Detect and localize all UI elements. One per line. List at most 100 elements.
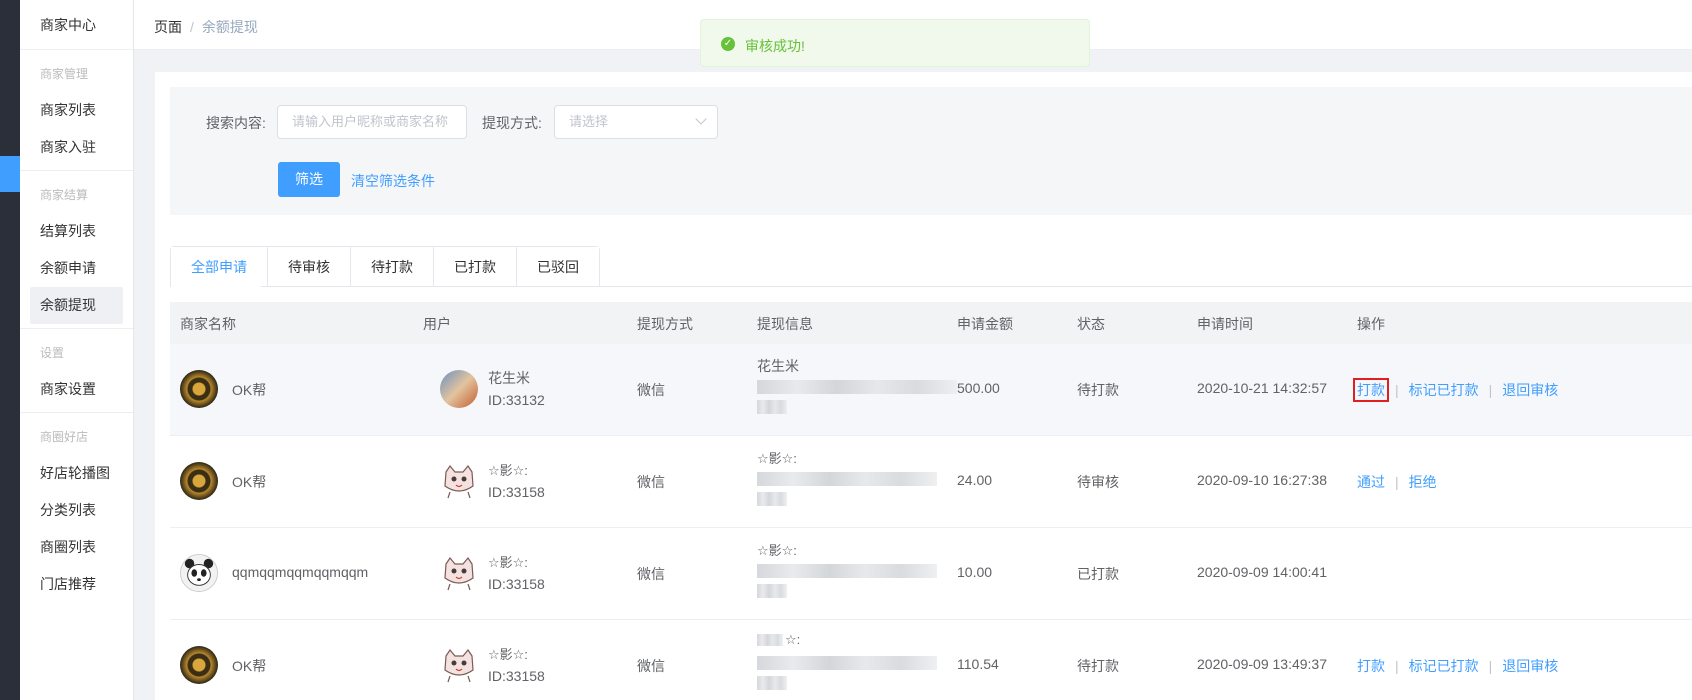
breadcrumb-root[interactable]: 页面 bbox=[154, 19, 182, 35]
sidebar-item-balance-apply[interactable]: 余额申请 bbox=[20, 250, 133, 287]
blurred-info bbox=[757, 584, 787, 598]
sidebar-item-balance-withdraw[interactable]: 余额提现 bbox=[30, 287, 123, 324]
status: 待打款 bbox=[1077, 658, 1119, 674]
return-review-button[interactable]: 退回审核 bbox=[1502, 658, 1558, 674]
sidebar-item-category-list[interactable]: 分类列表 bbox=[20, 492, 133, 529]
pay-button[interactable]: 打款 bbox=[1353, 378, 1389, 402]
user-name: 花生米 bbox=[488, 370, 530, 386]
tab-paid[interactable]: 已打款 bbox=[433, 247, 516, 287]
status-tabs: 全部申请 待审核 待打款 已打款 已驳回 bbox=[170, 246, 600, 287]
user-name: ☆影☆: bbox=[488, 555, 528, 570]
method-select-placeholder: 请选择 bbox=[569, 114, 609, 129]
tab-pending-payment[interactable]: 待打款 bbox=[350, 247, 433, 287]
table-row: OK帮 ☆影☆: ID:33158 微信 ☆: 110.54 待打款 2020-… bbox=[170, 620, 1692, 700]
merchant-name: OK帮 bbox=[232, 382, 267, 398]
sidebar-group-merchant: 商家管理 bbox=[40, 67, 89, 81]
apply-time: 2020-10-21 14:32:57 bbox=[1197, 380, 1327, 396]
sidebar-item-merchant-join[interactable]: 商家入驻 bbox=[20, 129, 133, 166]
search-input[interactable]: 请输入用户昵称或商家名称 bbox=[277, 105, 467, 139]
table-row: OK帮 花生米 ID:33132 微信 花生米 500.00 待打款 2020-… bbox=[170, 344, 1692, 436]
apply-time: 2020-09-10 16:27:38 bbox=[1197, 472, 1327, 488]
col-info: 提现信息 bbox=[757, 316, 813, 332]
filter-bar: 搜索内容: 请输入用户昵称或商家名称 提现方式: 请选择 筛选 清空筛选条件 bbox=[170, 87, 1692, 215]
active-tab-cover bbox=[171, 285, 261, 288]
col-user: 用户 bbox=[423, 316, 451, 332]
sidebar-item-store-recommend[interactable]: 门店推荐 bbox=[20, 566, 133, 603]
user-name: ☆影☆: bbox=[488, 647, 528, 662]
merchant-name: qqmqqmqqmqqmqqm bbox=[232, 564, 369, 580]
user-name: ☆影☆: bbox=[488, 463, 528, 478]
merchant-name: OK帮 bbox=[232, 474, 267, 490]
merchant-avatar bbox=[180, 370, 218, 408]
status: 待审核 bbox=[1077, 474, 1119, 490]
sidebar-item-banner[interactable]: 好店轮播图 bbox=[20, 455, 133, 492]
amount: 110.54 bbox=[957, 656, 999, 672]
blurred-info bbox=[757, 380, 957, 394]
tabs-divider bbox=[170, 286, 1692, 287]
blurred-info bbox=[757, 634, 783, 646]
withdraw-method: 微信 bbox=[637, 474, 665, 490]
amount: 10.00 bbox=[957, 564, 993, 580]
col-status: 状态 bbox=[1077, 316, 1105, 332]
withdraw-info: ☆影☆: bbox=[757, 451, 797, 466]
sidebar-item-settlement-list[interactable]: 结算列表 bbox=[20, 213, 133, 250]
withdraw-method: 微信 bbox=[637, 658, 665, 674]
action-divider: | bbox=[1488, 658, 1493, 674]
col-actions: 操作 bbox=[1357, 316, 1385, 332]
blurred-info bbox=[757, 400, 787, 414]
merchant-avatar bbox=[180, 462, 218, 500]
cat-avatar-icon bbox=[444, 464, 474, 499]
blurred-info bbox=[757, 656, 937, 670]
return-review-button[interactable]: 退回审核 bbox=[1502, 382, 1558, 398]
status: 待打款 bbox=[1077, 382, 1119, 398]
sidebar-item-merchant-list[interactable]: 商家列表 bbox=[20, 92, 133, 129]
action-divider: | bbox=[1395, 474, 1399, 490]
cat-avatar-icon bbox=[444, 648, 474, 683]
breadcrumb-separator: / bbox=[190, 19, 194, 35]
user-id: ID:33158 bbox=[488, 668, 545, 684]
user-id: ID:33158 bbox=[488, 576, 545, 592]
sidebar-item-merchant-settings[interactable]: 商家设置 bbox=[20, 371, 133, 408]
row-actions: 打款 | 标记已打款 | 退回审核 bbox=[1353, 378, 1558, 402]
filter-button[interactable]: 筛选 bbox=[278, 162, 340, 197]
tab-pending-review[interactable]: 待审核 bbox=[267, 247, 350, 287]
sidebar-header: 商家中心 bbox=[20, 0, 133, 50]
breadcrumb: 页面 / 余额提现 bbox=[154, 17, 258, 37]
mark-paid-button[interactable]: 标记已打款 bbox=[1409, 382, 1479, 398]
amount: 500.00 bbox=[957, 380, 1000, 396]
main-panel: 搜索内容: 请输入用户昵称或商家名称 提现方式: 请选择 筛选 清空筛选条件 全… bbox=[155, 72, 1692, 700]
sidebar-item-district-list[interactable]: 商圈列表 bbox=[20, 529, 133, 566]
sidebar: 商家中心 商家管理 商家列表 商家入驻 商家结算 结算列表 余额申请 余额提现 … bbox=[20, 0, 134, 700]
merchant-avatar bbox=[180, 646, 218, 684]
withdraw-method: 微信 bbox=[637, 382, 665, 398]
user-id: ID:33158 bbox=[488, 484, 545, 500]
approve-button[interactable]: 通过 bbox=[1357, 474, 1385, 490]
action-divider: | bbox=[1395, 658, 1399, 674]
cat-avatar-icon bbox=[444, 556, 474, 591]
row-actions: 通过 | 拒绝 bbox=[1357, 472, 1437, 492]
left-rail bbox=[0, 0, 20, 700]
clear-filter-link[interactable]: 清空筛选条件 bbox=[351, 171, 435, 191]
tab-all[interactable]: 全部申请 bbox=[171, 247, 267, 287]
action-divider: | bbox=[1488, 382, 1493, 398]
col-amount: 申请金额 bbox=[957, 316, 1013, 332]
breadcrumb-current: 余额提现 bbox=[201, 19, 258, 35]
tab-rejected[interactable]: 已驳回 bbox=[516, 247, 599, 287]
withdraw-info: ☆: bbox=[785, 632, 801, 647]
pay-button[interactable]: 打款 bbox=[1357, 658, 1385, 674]
table-row: qqmqqmqqmqqmqqm ☆影☆: ID:33158 微信 ☆影☆: 10… bbox=[170, 528, 1692, 620]
withdraw-info: ☆影☆: bbox=[757, 543, 797, 558]
withdraw-table: 商家名称 用户 提现方式 提现信息 申请金额 状态 申请时间 操作 OK帮 花生… bbox=[170, 302, 1692, 700]
blurred-info bbox=[757, 564, 937, 578]
method-select[interactable]: 请选择 bbox=[554, 105, 718, 139]
mark-paid-button[interactable]: 标记已打款 bbox=[1409, 658, 1479, 674]
reject-button[interactable]: 拒绝 bbox=[1409, 474, 1437, 490]
search-label: 搜索内容: bbox=[206, 115, 266, 131]
sidebar-group-shops: 商圈好店 bbox=[40, 430, 89, 444]
withdraw-method: 微信 bbox=[637, 566, 665, 582]
success-toast: ✓ 审核成功! bbox=[700, 19, 1090, 67]
action-divider: | bbox=[1395, 382, 1399, 398]
row-actions: 打款 | 标记已打款 | 退回审核 bbox=[1357, 656, 1558, 676]
blurred-info bbox=[757, 472, 937, 486]
method-label: 提现方式: bbox=[482, 115, 542, 131]
